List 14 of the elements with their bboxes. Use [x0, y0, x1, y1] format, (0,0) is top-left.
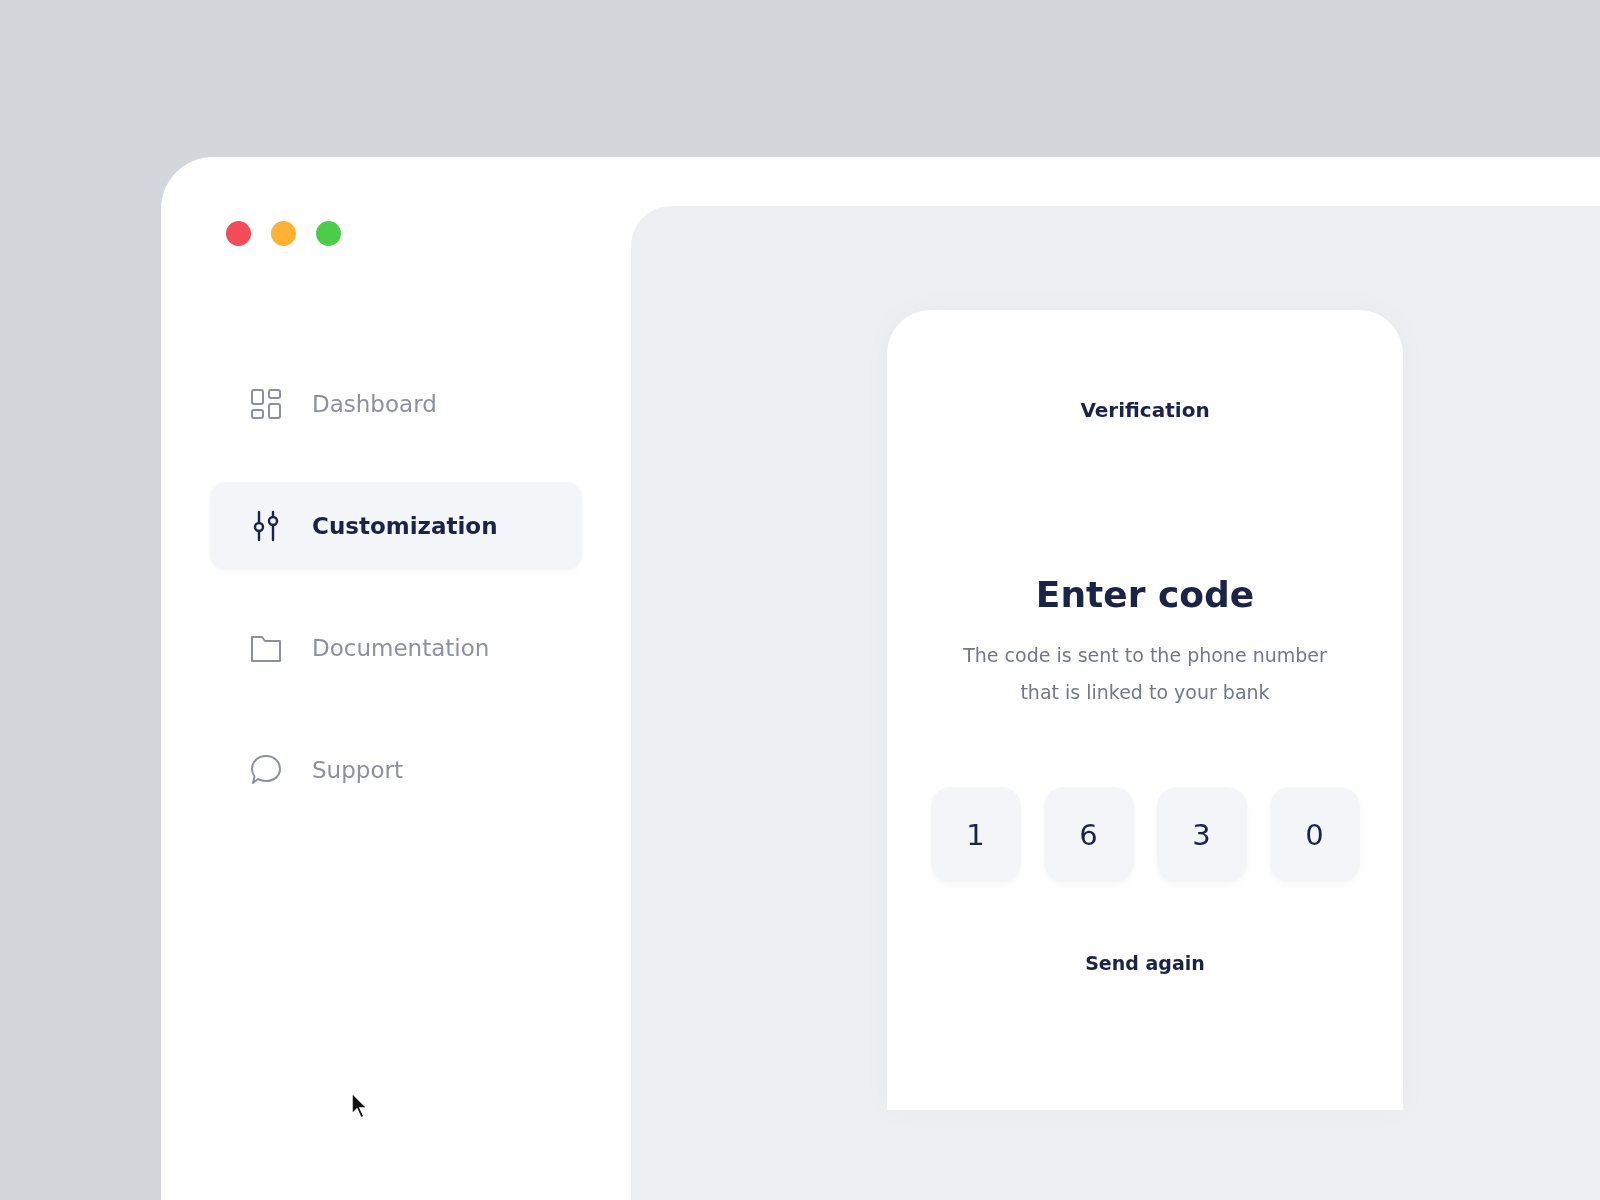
window-control[interactable] — [271, 221, 296, 246]
window-control[interactable] — [316, 221, 341, 246]
code-digit-field[interactable]: 0 — [1269, 787, 1360, 882]
code-digit-field[interactable]: 1 — [930, 787, 1021, 882]
card-title: Verification — [1080, 398, 1210, 422]
heading: Enter code — [1035, 574, 1255, 615]
send-again-link[interactable]: Send again — [1085, 952, 1205, 974]
grid-icon — [250, 388, 282, 420]
chat-bubble-icon — [250, 754, 282, 786]
window-control[interactable] — [226, 221, 251, 246]
code-digit-field[interactable]: 3 — [1156, 787, 1247, 882]
description: The code is sent to the phone number that is linked to your bank — [962, 643, 1328, 705]
sidebar-item[interactable]: Customization — [210, 482, 582, 570]
code-digit-field[interactable]: 6 — [1043, 787, 1134, 882]
